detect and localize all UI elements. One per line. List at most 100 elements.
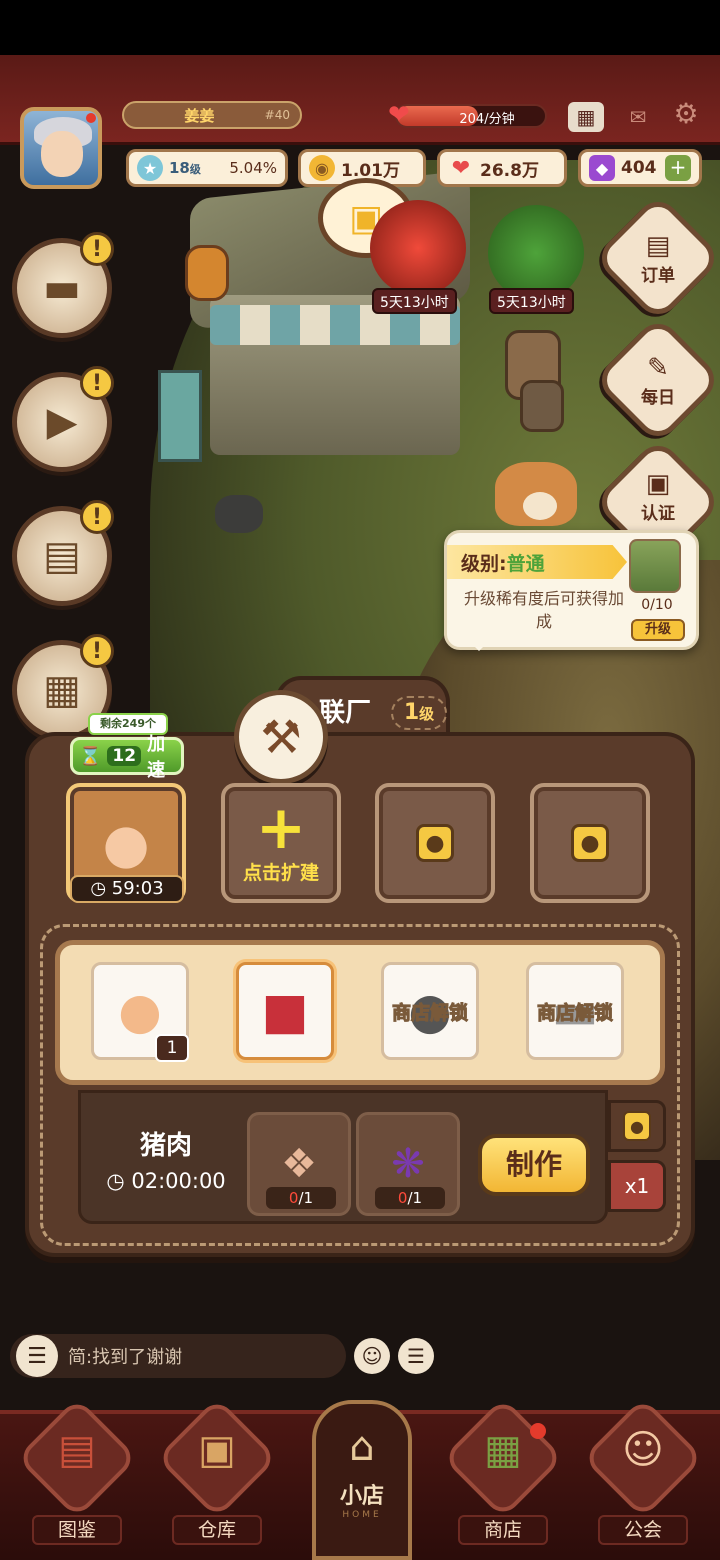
level-stat[interactable]: ★ 18级 5.04% <box>126 149 288 187</box>
nav-catalog[interactable]: ▤ 图鉴 <box>16 1397 138 1545</box>
player-name-bar[interactable]: 姜姜 #40 <box>122 101 302 129</box>
factory-title: 联厂 <box>319 698 372 728</box>
checklist-icon: ✎ <box>647 352 669 383</box>
event-timer-2: 5天13小时 <box>489 288 574 314</box>
queue-lock-button[interactable]: ● <box>608 1100 666 1152</box>
shrimp-icon: ❖ <box>281 1141 317 1187</box>
verify-button[interactable]: ▣ 认证 <box>612 450 704 542</box>
chat-bar[interactable]: ☰ 简:找到了谢谢 <box>10 1334 346 1378</box>
star-icon: ★ <box>137 155 163 181</box>
emoji-button[interactable]: ☺ <box>354 1338 390 1374</box>
heart-icon: ❤ <box>451 155 471 181</box>
alert-badge: ! <box>80 634 114 668</box>
building-thumbnail <box>629 539 681 593</box>
daily-button[interactable]: ✎ 每日 <box>612 334 704 426</box>
level-value: 18级 <box>169 159 201 177</box>
ingredient-shrimp[interactable]: ❖ 0/1 <box>247 1112 351 1216</box>
document-icon: ▤ <box>645 230 671 261</box>
plus-icon: + <box>255 792 307 863</box>
speed-up-button[interactable]: ⌛ 12 加速 <box>70 734 184 781</box>
locked-slot-1[interactable]: ● <box>375 783 495 903</box>
gem-stat[interactable]: ◆ 404 + <box>578 149 702 187</box>
factory-level: 1级 <box>391 696 447 730</box>
alert-badge: ! <box>80 232 114 266</box>
nav-guild[interactable]: ☺ 公会 <box>582 1397 704 1545</box>
sky <box>0 0 720 55</box>
heart-stat[interactable]: ❤ 26.8万 <box>437 149 567 187</box>
heart-icon: ❤ <box>388 100 410 130</box>
shop-flag <box>158 370 202 462</box>
ingredient-requirement: 0/1 <box>266 1187 336 1209</box>
verify-label: 认证 <box>641 503 675 524</box>
nav-warehouse-label: 仓库 <box>172 1515 262 1545</box>
lock-icon: ● <box>571 824 609 862</box>
gear-icon[interactable]: ⚙ <box>668 97 704 130</box>
shiba-dog[interactable] <box>495 462 577 526</box>
rarity-description: 升级稀有度后可获得加成 <box>463 589 624 631</box>
locked-slot-2[interactable]: ● <box>530 783 650 903</box>
exp-percent: 5.04% <box>229 159 277 177</box>
grape-icon: ❋ <box>391 1141 425 1187</box>
recipe-locked-1[interactable]: ● 商店解锁 <box>381 962 479 1060</box>
calendar-icon[interactable]: ▦ <box>568 102 604 132</box>
notification-dot <box>86 113 96 123</box>
order-label: 订单 <box>641 265 675 286</box>
speed-count: 12 <box>107 746 142 766</box>
ingredient-requirement: 0/1 <box>375 1187 445 1209</box>
nav-home-label: 小店 <box>339 1484 384 1509</box>
upgrade-button[interactable]: 升级 <box>631 619 685 641</box>
player-avatar[interactable] <box>20 107 102 189</box>
hourglass-icon: ⌛ <box>79 745 102 767</box>
expand-slot[interactable]: + 点击扩建 <box>221 783 341 903</box>
multiplier-button[interactable]: x1 <box>608 1160 666 1212</box>
nav-home[interactable]: ⌂ 小店 HOME <box>312 1400 412 1560</box>
heart-value: 26.8万 <box>480 160 539 181</box>
ingredient-grape[interactable]: ❋ 0/1 <box>356 1112 460 1216</box>
nav-guild-label: 公会 <box>598 1515 688 1545</box>
people-icon: ☺ <box>622 1427 664 1473</box>
message-icon: ☰ <box>407 1344 425 1368</box>
roast-chicken-icon: ● <box>102 811 150 875</box>
barrel-small <box>520 380 564 432</box>
nav-home-sub: HOME <box>342 1510 382 1520</box>
craft-duration: ◷ 02:00:00 <box>106 1169 226 1193</box>
nav-catalog-label: 图鉴 <box>32 1515 122 1545</box>
avatar-face <box>41 131 83 177</box>
coin-icon: ◉ <box>309 155 335 181</box>
craft-item-name: 猪肉 <box>139 1131 192 1161</box>
rarity-level-label: 级别: 普通 <box>447 545 627 579</box>
clock-icon: ◷ <box>106 1169 125 1193</box>
rarity-tooltip: 级别: 普通 升级稀有度后可获得加成 0/10 升级 <box>444 530 699 651</box>
gift-event-icon[interactable] <box>488 205 584 301</box>
recipe-count: 1 <box>155 1034 189 1062</box>
rarity-progress: 0/10 <box>641 597 673 613</box>
gem-icon: ◆ <box>589 155 615 181</box>
fireworks-event-icon[interactable] <box>370 200 466 296</box>
clock-icon: ◷ <box>90 878 107 899</box>
order-button[interactable]: ▤ 订单 <box>612 212 704 304</box>
add-gem-button[interactable]: + <box>665 155 691 181</box>
notification-dot <box>530 1423 546 1439</box>
recipe-pork[interactable]: ■ <box>236 962 334 1060</box>
event-timer-1: 5天13小时 <box>372 288 457 314</box>
clay-pot <box>215 495 263 533</box>
heart-rate-text: 204/分钟 <box>459 112 515 127</box>
nav-warehouse[interactable]: ▣ 仓库 <box>156 1397 278 1545</box>
lock-icon: ● <box>416 824 454 862</box>
top-bar <box>0 55 720 145</box>
alert-badge: ! <box>80 500 114 534</box>
message-button[interactable]: ☰ <box>398 1338 434 1374</box>
mail-icon[interactable]: ✉ <box>620 102 656 132</box>
shop-icon: ▦ <box>484 1427 522 1473</box>
hammer-icon[interactable]: ⚒ <box>234 690 328 784</box>
smiley-icon: ☺ <box>361 1344 383 1368</box>
chat-icon: ☰ <box>16 1335 58 1377</box>
make-button[interactable]: 制作 <box>478 1134 590 1196</box>
gem-value: 404 <box>621 158 657 178</box>
expand-label: 点击扩建 <box>242 861 319 884</box>
book-icon: ▤ <box>58 1427 96 1473</box>
lantern <box>185 245 229 301</box>
chat-message: 简:找到了谢谢 <box>68 1347 183 1368</box>
recipe-locked-2[interactable]: ▬ 商店解锁 <box>526 962 624 1060</box>
lock-icon: ● <box>623 1111 651 1141</box>
